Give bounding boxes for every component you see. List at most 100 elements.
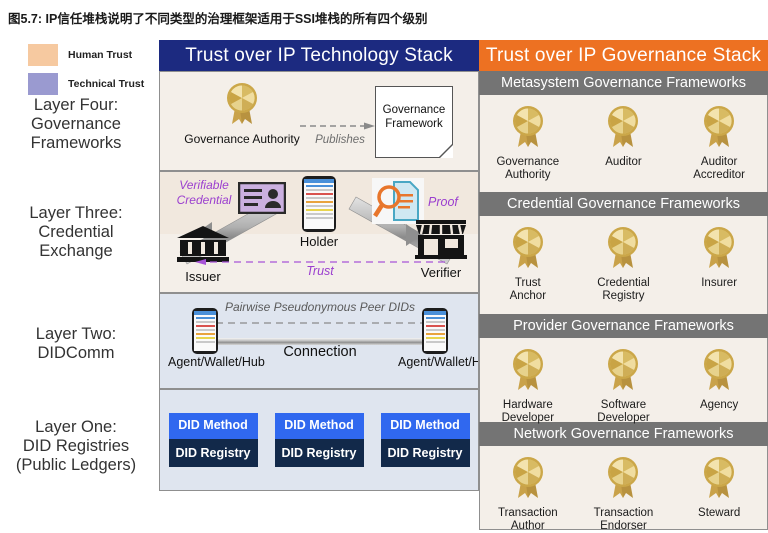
credential-card-icon <box>237 181 287 219</box>
phone-row <box>195 316 215 319</box>
role-badge-row: Hardware Developer Software Developer Ag… <box>480 338 767 425</box>
did-card: DID Method DID Registry <box>380 413 470 467</box>
phone-row <box>305 196 333 199</box>
role-cell: Credential Registry <box>576 224 671 303</box>
phone-row <box>425 332 445 335</box>
medal-icon <box>699 346 739 392</box>
role-line-1: Transaction <box>593 507 654 519</box>
phone-row <box>305 212 333 215</box>
role-cell: Auditor <box>576 103 671 169</box>
layer-two-line-2: DIDComm <box>37 344 115 362</box>
role-badge-row: Trust Anchor Credential Registry Insurer <box>480 216 767 303</box>
vc-line-1: Verifiable <box>179 178 229 192</box>
figure-title: 图5.7: IP信任堆栈说明了不同类型的治理框架适用于SSI堆栈的所有四个级别 <box>8 12 428 26</box>
holder-node: Holder <box>286 176 352 249</box>
role-label: Auditor <box>576 156 671 169</box>
technology-stack-column: Trust over IP Technology Stack Governanc… <box>159 40 479 512</box>
role-cell: Trust Anchor <box>480 224 575 303</box>
phone-row <box>195 324 215 327</box>
phone-row <box>195 332 215 335</box>
role-line-1: Governance <box>496 156 560 168</box>
phone-row <box>305 208 333 211</box>
layer-label-four: Layer Four: Governance Frameworks <box>0 96 152 153</box>
role-line-1: Auditor <box>700 156 738 168</box>
agent-right-label: Agent/Wallet/Hub <box>398 355 478 369</box>
medal-icon <box>699 103 739 149</box>
phone-icon <box>192 308 218 354</box>
phone-row <box>305 192 333 195</box>
governance-stack-header: Trust over IP Governance Stack <box>479 40 768 71</box>
verifier-label: Verifier <box>420 265 462 280</box>
role-badge-row: Governance Authority Auditor Auditor Acc… <box>480 95 767 182</box>
phone-row <box>195 336 215 339</box>
did-registry-block: DID Registry <box>380 439 470 467</box>
layer-one-line-3: (Public Ledgers) <box>15 456 137 474</box>
role-line-2: Endorser <box>600 520 647 532</box>
medal-icon <box>508 103 548 149</box>
agent-left-label: Agent/Wallet/Hub <box>168 355 265 369</box>
publishes-arrow-icon <box>300 122 375 130</box>
medal-icon <box>603 103 643 149</box>
proof-label: Proof <box>428 195 458 209</box>
role-label: Steward <box>672 507 767 520</box>
role-line-1: Insurer <box>701 277 738 289</box>
phone-row <box>425 324 445 327</box>
publishes-label: Publishes <box>315 134 365 146</box>
role-label: Credential Registry <box>576 277 671 303</box>
tech-layer-two-panel: Pairwise Pseudonymous Peer DIDs Connecti… <box>159 293 479 389</box>
phone-row <box>305 188 333 191</box>
gf-line-2: Framework <box>385 118 443 130</box>
governance-framework-document: Governance Framework <box>375 86 453 158</box>
role-line-1: Auditor <box>605 156 642 168</box>
agent-left-node: Agent/Wallet/Hub <box>168 308 265 369</box>
tech-layer-four-panel: Governance Authority Publishes Governanc… <box>159 71 479 171</box>
phone-row <box>305 204 333 207</box>
role-cell: Agency <box>672 346 767 412</box>
phone-row <box>425 336 445 339</box>
holder-label: Holder <box>299 234 339 249</box>
gov-panel-credential: Trust Anchor Credential Registry Insurer <box>479 216 768 314</box>
band-header-metasystem: Metasystem Governance Frameworks <box>479 71 768 95</box>
role-badge-row: Transaction Author Transaction Endorser … <box>480 446 767 533</box>
did-method-line-1: DID <box>284 418 306 432</box>
role-cell: Software Developer <box>576 346 671 425</box>
role-label: Transaction Endorser <box>576 507 671 533</box>
did-card-row: DID Method DID Registry DID Method DID R… <box>160 390 478 490</box>
did-registry-block: DID Registry <box>274 439 364 467</box>
role-cell: Transaction Author <box>480 454 575 533</box>
phone-row <box>305 184 333 187</box>
governance-authority-node: Governance Authority <box>184 80 300 146</box>
medal-icon <box>699 454 739 500</box>
did-method-line-1: DID <box>390 418 412 432</box>
role-cell: Transaction Endorser <box>576 454 671 533</box>
layer-label-two: Layer Two: DIDComm <box>0 325 152 363</box>
issuer-label: Issuer <box>185 269 221 284</box>
phone-status-bar <box>424 311 446 315</box>
vc-line-2: Credential <box>176 193 232 207</box>
role-line-2: Anchor <box>509 290 547 302</box>
phone-row <box>195 328 215 331</box>
layer-one-line-2: DID Registries <box>22 437 130 455</box>
role-line-1: Credential <box>597 277 650 289</box>
phone-row <box>305 216 333 219</box>
phone-status-bar <box>194 311 216 315</box>
layer-label-three: Layer Three: Credential Exchange <box>0 204 152 261</box>
phone-screen <box>194 311 216 351</box>
band-header-network: Network Governance Frameworks <box>479 422 768 446</box>
band-header-provider: Provider Governance Frameworks <box>479 314 768 338</box>
medal-icon <box>508 224 548 270</box>
gf-line-1: Governance <box>382 104 446 116</box>
verifier-node: Verifier <box>408 218 474 280</box>
medal-icon <box>222 80 262 126</box>
governance-stack-column: Trust over IP Governance Stack Metasyste… <box>479 40 768 532</box>
layer-four-line-2: Governance <box>31 115 121 133</box>
layer-four-line-3: Frameworks <box>30 134 122 152</box>
did-method-line-1: DID <box>178 418 200 432</box>
role-cell: Steward <box>672 454 767 520</box>
layer-label-column: Layer Four: Governance Frameworks Layer … <box>0 40 158 512</box>
role-label: Trust Anchor <box>480 277 575 303</box>
gov-panel-metasystem: Governance Authority Auditor Auditor Acc… <box>479 95 768 192</box>
layer-two-line-1: Layer Two: <box>35 325 117 343</box>
role-line-2: Authority <box>505 169 551 181</box>
did-card: DID Method DID Registry <box>274 413 364 467</box>
